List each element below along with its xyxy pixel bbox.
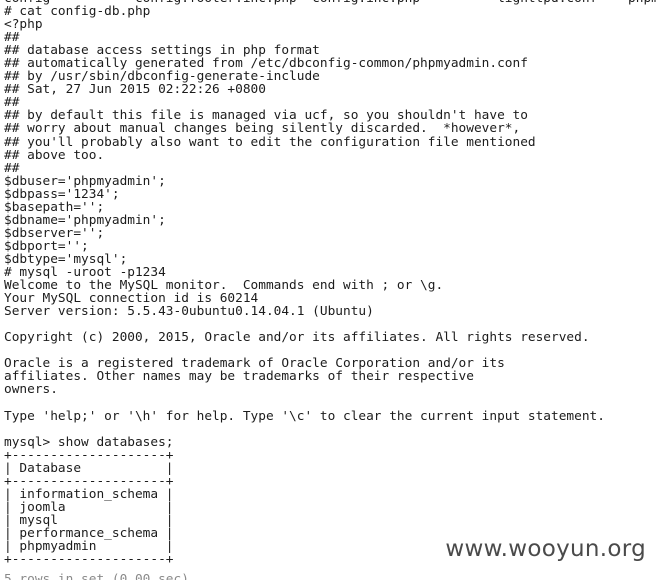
terminal-line: ##	[4, 160, 20, 176]
terminal-line: $dbserver='';	[4, 225, 105, 241]
terminal-line: | joomla |	[4, 499, 174, 515]
watermark: www.wooyun.org	[445, 536, 646, 562]
terminal-line: mysql> show databases;	[4, 434, 174, 450]
terminal-line: ## you'll probably also want to edit the…	[4, 134, 536, 150]
terminal-output[interactable]: config config.footer.inc.php config.inc.…	[0, 0, 656, 580]
terminal-line: # cat config-db.php	[4, 4, 151, 20]
terminal-line: | mysql |	[4, 512, 174, 528]
terminal-line: $dbname='phpmyadmin';	[4, 212, 166, 228]
terminal-line: $basepath='';	[4, 199, 105, 215]
terminal-lines: config config.footer.inc.php config.inc.…	[4, 0, 656, 566]
terminal-line: | Database |	[4, 460, 174, 476]
terminal-line: Type 'help;' or '\h' for help. Type '\c'…	[4, 408, 605, 424]
terminal-line: ## above too.	[4, 147, 105, 163]
terminal-line: <?php	[4, 17, 43, 33]
terminal-line: $dbport='';	[4, 238, 89, 254]
terminal-line: Server version: 5.5.43-0ubuntu0.14.04.1 …	[4, 304, 374, 320]
terminal-line: $dbuser='phpmyadmin';	[4, 173, 166, 189]
terminal-line: ## Sat, 27 Jun 2015 02:22:26 +0800	[4, 82, 266, 98]
terminal-line: +--------------------+	[4, 447, 174, 463]
terminal-line: +--------------------+	[4, 473, 174, 489]
terminal-line: Copyright (c) 2000, 2015, Oracle and/or …	[4, 330, 590, 346]
terminal-line: ## worry about manual changes being sile…	[4, 121, 521, 137]
terminal-line: affiliates. Other names may be trademark…	[4, 369, 474, 385]
terminal-line: $dbpass='1234';	[4, 186, 120, 202]
terminal-line: | information_schema |	[4, 486, 174, 502]
cutoff-line: 5 rows in set (0.00 sec)	[4, 573, 189, 580]
terminal-line: owners.	[4, 382, 58, 398]
